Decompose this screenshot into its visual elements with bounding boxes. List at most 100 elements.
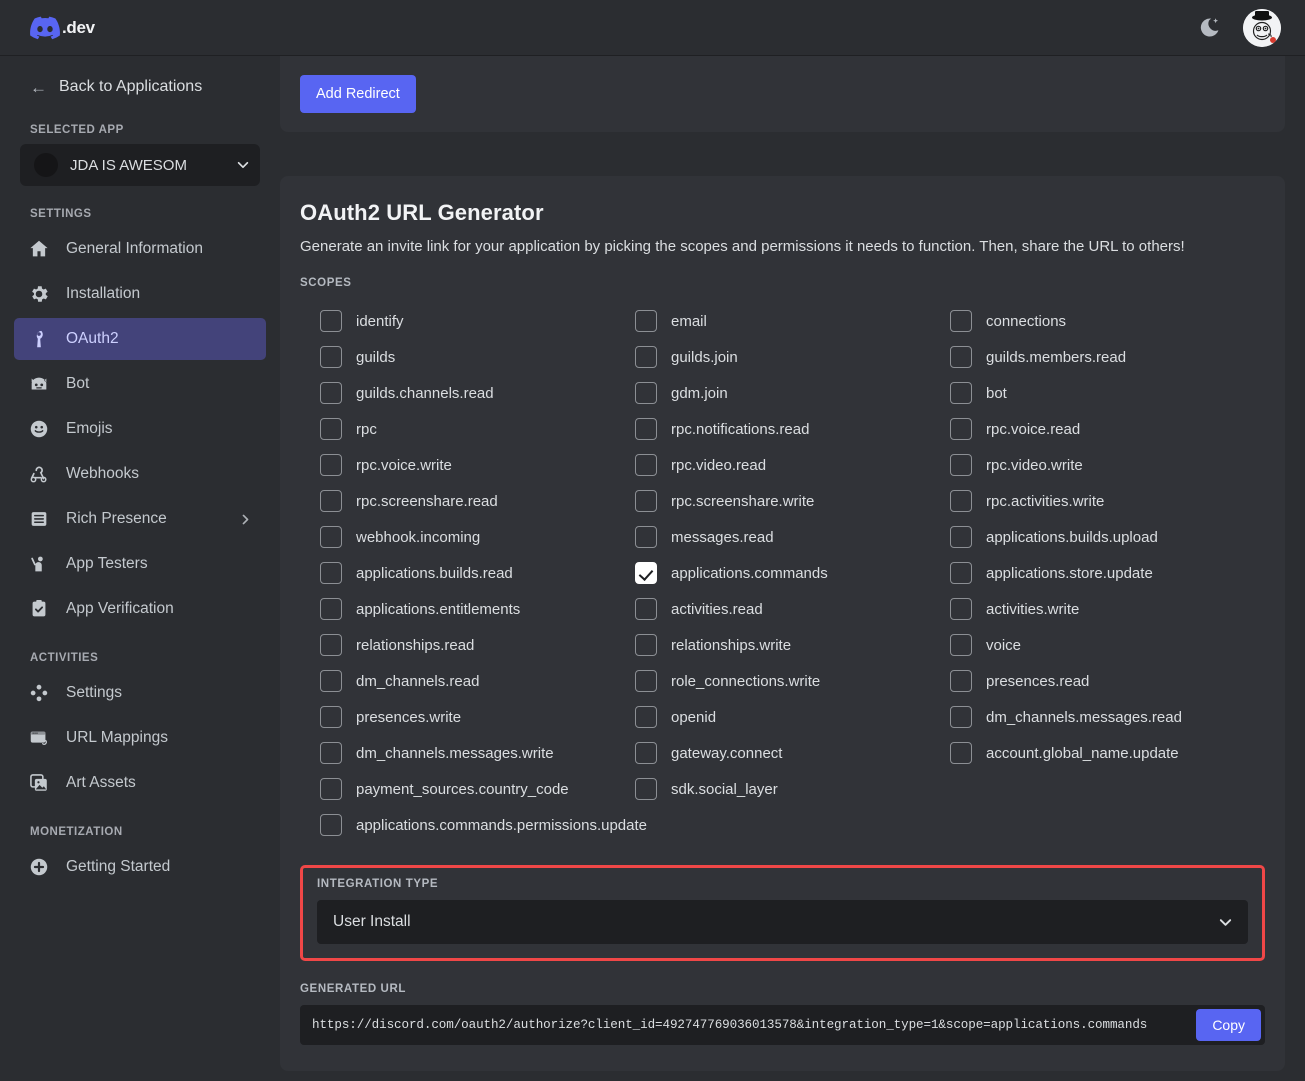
add-redirect-button[interactable]: Add Redirect [300,75,416,113]
scope-checkbox-row[interactable]: activities.write [950,591,1265,627]
checkbox-icon[interactable] [635,598,657,620]
checkbox-icon[interactable] [950,742,972,764]
checkbox-icon[interactable] [320,562,342,584]
scope-checkbox-row[interactable]: sdk.social_layer [635,771,950,807]
sidebar-item-oauth2[interactable]: OAuth2 [14,318,266,360]
scope-checkbox-row[interactable]: openid [635,699,950,735]
checkbox-icon[interactable] [635,418,657,440]
checkbox-icon[interactable] [320,706,342,728]
checkbox-icon[interactable] [950,310,972,332]
checkbox-icon[interactable] [320,814,342,836]
checkbox-icon[interactable] [950,454,972,476]
sidebar-item-app-verification[interactable]: App Verification [14,588,266,630]
scope-checkbox-row[interactable]: gateway.connect [635,735,950,771]
scope-checkbox-row[interactable]: rpc.video.write [950,447,1265,483]
scope-checkbox-row[interactable]: connections [950,303,1265,339]
sidebar-item-rich-presence[interactable]: Rich Presence [14,498,266,540]
scope-checkbox-row[interactable]: applications.builds.read [320,555,635,591]
checkbox-icon[interactable] [320,382,342,404]
brand-logo-group[interactable]: .dev [30,16,95,40]
checkbox-icon[interactable] [950,382,972,404]
checkbox-icon[interactable] [950,346,972,368]
scope-checkbox-row[interactable]: dm_channels.messages.read [950,699,1265,735]
moon-icon[interactable] [1197,16,1221,40]
sidebar-item-app-testers[interactable]: App Testers [14,543,266,585]
checkbox-icon[interactable] [950,490,972,512]
checkbox-icon[interactable] [320,670,342,692]
checkbox-icon[interactable] [635,382,657,404]
checkbox-icon[interactable] [635,634,657,656]
scope-checkbox-row[interactable]: rpc.screenshare.write [635,483,950,519]
scope-checkbox-row[interactable]: voice [950,627,1265,663]
back-to-applications-link[interactable]: ← Back to Applications [0,72,280,102]
scope-checkbox-row[interactable]: webhook.incoming [320,519,635,555]
checkbox-icon[interactable] [320,346,342,368]
sidebar-item-installation[interactable]: Installation [14,273,266,315]
scope-checkbox-row[interactable]: rpc.screenshare.read [320,483,635,519]
scope-checkbox-row[interactable]: applications.commands [635,555,950,591]
sidebar-item-activities-settings[interactable]: Settings [14,672,266,714]
checkbox-icon[interactable] [320,598,342,620]
generated-url-value[interactable]: https://discord.com/oauth2/authorize?cli… [312,1018,1196,1032]
scope-checkbox-row[interactable]: email [635,303,950,339]
checkbox-icon[interactable] [950,526,972,548]
avatar[interactable] [1243,8,1281,47]
checkbox-icon[interactable] [950,706,972,728]
checkbox-icon[interactable] [950,634,972,656]
scope-checkbox-row[interactable]: dm_channels.messages.write [320,735,635,771]
scope-checkbox-row[interactable]: gdm.join [635,375,950,411]
checkbox-icon[interactable] [950,562,972,584]
checkbox-icon[interactable] [320,454,342,476]
sidebar-item-webhooks[interactable]: Webhooks [14,453,266,495]
scope-checkbox-row[interactable]: identify [320,303,635,339]
scope-checkbox-row[interactable]: rpc.video.read [635,447,950,483]
scope-checkbox-row[interactable]: messages.read [635,519,950,555]
checkbox-checked-icon[interactable] [635,562,657,584]
checkbox-icon[interactable] [320,778,342,800]
scope-checkbox-row[interactable]: rpc.activities.write [950,483,1265,519]
integration-type-select[interactable]: User Install [317,900,1248,944]
scope-checkbox-row[interactable]: bot [950,375,1265,411]
scope-checkbox-row[interactable]: relationships.write [635,627,950,663]
sidebar-item-emojis[interactable]: Emojis [14,408,266,450]
scope-checkbox-row[interactable]: applications.store.update [950,555,1265,591]
checkbox-icon[interactable] [320,526,342,548]
scope-checkbox-row[interactable]: guilds.members.read [950,339,1265,375]
checkbox-icon[interactable] [635,454,657,476]
sidebar-item-general-information[interactable]: General Information [14,228,266,270]
checkbox-icon[interactable] [320,490,342,512]
checkbox-icon[interactable] [635,706,657,728]
copy-button[interactable]: Copy [1196,1009,1261,1041]
checkbox-icon[interactable] [320,742,342,764]
checkbox-icon[interactable] [950,670,972,692]
scope-checkbox-row[interactable]: dm_channels.read [320,663,635,699]
scope-checkbox-row[interactable]: guilds.channels.read [320,375,635,411]
scope-checkbox-row[interactable]: guilds.join [635,339,950,375]
checkbox-icon[interactable] [320,418,342,440]
scope-checkbox-row[interactable]: applications.commands.permissions.update [320,807,1265,843]
scope-checkbox-row[interactable]: rpc.notifications.read [635,411,950,447]
sidebar-item-bot[interactable]: Bot [14,363,266,405]
scope-checkbox-row[interactable]: activities.read [635,591,950,627]
scope-checkbox-row[interactable]: rpc.voice.read [950,411,1265,447]
scope-checkbox-row[interactable]: guilds [320,339,635,375]
sidebar-item-url-mappings[interactable]: URL Mappings [14,717,266,759]
checkbox-icon[interactable] [635,346,657,368]
scope-checkbox-row[interactable]: presences.read [950,663,1265,699]
scope-checkbox-row[interactable]: presences.write [320,699,635,735]
scope-checkbox-row[interactable]: payment_sources.country_code [320,771,635,807]
scope-checkbox-row[interactable]: relationships.read [320,627,635,663]
scope-checkbox-row[interactable]: rpc [320,411,635,447]
checkbox-icon[interactable] [635,778,657,800]
sidebar-item-art-assets[interactable]: Art Assets [14,762,266,804]
checkbox-icon[interactable] [320,310,342,332]
checkbox-icon[interactable] [635,490,657,512]
checkbox-icon[interactable] [950,598,972,620]
scope-checkbox-row[interactable]: role_connections.write [635,663,950,699]
app-selector-dropdown[interactable]: JDA IS AWESOM [20,144,260,186]
checkbox-icon[interactable] [950,418,972,440]
scope-checkbox-row[interactable]: rpc.voice.write [320,447,635,483]
sidebar-item-getting-started[interactable]: Getting Started [14,846,266,888]
scope-checkbox-row[interactable]: applications.builds.upload [950,519,1265,555]
checkbox-icon[interactable] [635,670,657,692]
